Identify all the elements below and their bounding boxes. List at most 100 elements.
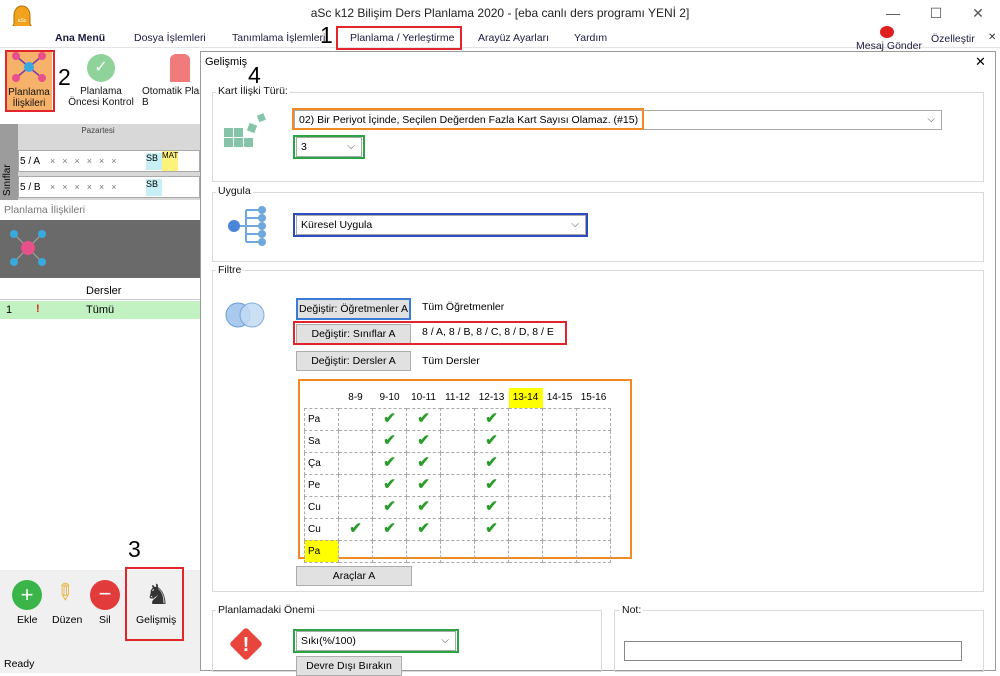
pin-icon[interactable]: ✕: [988, 32, 996, 43]
time-slot-cell[interactable]: [338, 451, 373, 475]
advanced-button[interactable]: Gelişmiş: [136, 614, 176, 626]
time-slot-cell[interactable]: ✔: [406, 407, 441, 431]
time-slot-cell[interactable]: [338, 473, 373, 497]
time-slot-cell[interactable]: ✔: [338, 517, 373, 541]
add-button[interactable]: Ekle: [17, 614, 37, 626]
time-slot-cell[interactable]: [440, 429, 475, 453]
customize-button[interactable]: Özelleştir: [931, 33, 975, 45]
menu-yardim[interactable]: Yardım: [574, 32, 607, 44]
day-label[interactable]: Pa: [304, 539, 339, 563]
day-label[interactable]: Pe: [304, 473, 339, 497]
time-slot-cell[interactable]: [576, 429, 611, 453]
menu-dosya[interactable]: Dosya İşlemleri: [134, 32, 206, 44]
time-slot-cell[interactable]: [508, 539, 543, 563]
time-slot-cell[interactable]: [508, 473, 543, 497]
otomatik-planlama-button[interactable]: Otomatik Planlamayı B: [140, 54, 200, 110]
time-slot-cell[interactable]: ✔: [406, 473, 441, 497]
menu-planlama[interactable]: Planlama / Yerleştirme: [350, 32, 454, 44]
time-slot-cell[interactable]: [508, 517, 543, 541]
delete-button[interactable]: Sil: [99, 614, 111, 626]
message-icon[interactable]: [880, 26, 894, 38]
teacher-change-button[interactable]: Değiştir: Öğretmenler A: [296, 298, 411, 320]
time-slot-cell[interactable]: [542, 539, 577, 563]
time-col-header[interactable]: 15-16: [577, 388, 611, 408]
day-label[interactable]: Pa: [304, 407, 339, 431]
time-col-header[interactable]: 10-11: [407, 388, 441, 408]
time-slot-cell[interactable]: [542, 517, 577, 541]
grid-cell-sb[interactable]: SB: [146, 153, 162, 170]
menu-arayuz[interactable]: Arayüz Ayarları: [478, 32, 549, 44]
time-slot-cell[interactable]: [542, 495, 577, 519]
maximize-button[interactable]: ☐: [921, 3, 951, 23]
time-filter-table[interactable]: 8-9 9-10 10-11 11-12 12-13 13-14 14-15 15-16 Pa…: [304, 388, 611, 563]
minimize-button[interactable]: —: [878, 3, 908, 23]
time-slot-cell[interactable]: ✔: [474, 517, 509, 541]
edit-button[interactable]: Düzen: [52, 614, 82, 626]
time-slot-cell[interactable]: [576, 473, 611, 497]
time-slot-cell[interactable]: [440, 473, 475, 497]
time-col-header[interactable]: 11-12: [441, 388, 475, 408]
remove-icon[interactable]: −: [90, 580, 120, 610]
planlama-oncesi-button[interactable]: ✓ Planlama Öncesi Kontrol: [66, 54, 136, 110]
time-slot-cell[interactable]: [440, 451, 475, 475]
time-slot-cell[interactable]: [576, 451, 611, 475]
time-slot-cell[interactable]: ✔: [406, 451, 441, 475]
time-slot-cell[interactable]: [338, 429, 373, 453]
chess-knight-icon[interactable]: ♞: [145, 578, 170, 611]
time-slot-cell[interactable]: [576, 495, 611, 519]
time-col-header[interactable]: 12-13: [475, 388, 509, 408]
time-slot-cell[interactable]: [440, 539, 475, 563]
col-dersler[interactable]: Dersler: [86, 285, 121, 297]
time-slot-cell[interactable]: ✔: [474, 451, 509, 475]
time-slot-cell[interactable]: [338, 407, 373, 431]
time-slot-cell[interactable]: ✔: [474, 407, 509, 431]
disable-button[interactable]: Devre Dışı Bırakın: [296, 656, 402, 676]
time-slot-cell[interactable]: [508, 407, 543, 431]
time-slot-cell[interactable]: [576, 517, 611, 541]
time-slot-cell[interactable]: [508, 429, 543, 453]
time-slot-cell[interactable]: ✔: [372, 495, 407, 519]
time-slot-cell[interactable]: ✔: [474, 495, 509, 519]
time-slot-cell[interactable]: ✔: [372, 473, 407, 497]
time-slot-cell[interactable]: [576, 407, 611, 431]
time-slot-cell[interactable]: ✔: [372, 407, 407, 431]
window-close-button[interactable]: ✕: [963, 3, 993, 23]
time-slot-cell[interactable]: [406, 539, 441, 563]
time-slot-cell[interactable]: [576, 539, 611, 563]
time-col-header[interactable]: 8-9: [339, 388, 373, 408]
day-label[interactable]: Cu: [304, 495, 339, 519]
time-slot-cell[interactable]: [508, 495, 543, 519]
menu-ana[interactable]: Ana Menü: [55, 32, 105, 44]
time-slot-cell[interactable]: [338, 539, 373, 563]
time-slot-cell[interactable]: [440, 517, 475, 541]
time-slot-cell[interactable]: ✔: [372, 451, 407, 475]
time-slot-cell[interactable]: [508, 451, 543, 475]
time-slot-cell[interactable]: ✔: [406, 517, 441, 541]
time-slot-cell[interactable]: ✔: [406, 429, 441, 453]
time-slot-cell[interactable]: ✔: [474, 429, 509, 453]
day-label[interactable]: Cu: [304, 517, 339, 541]
time-col-header[interactable]: 9-10: [373, 388, 407, 408]
time-slot-cell[interactable]: [542, 451, 577, 475]
add-icon[interactable]: +: [12, 580, 42, 610]
time-slot-cell[interactable]: [338, 495, 373, 519]
day-label[interactable]: Sa: [304, 429, 339, 453]
lesson-change-button[interactable]: Değiştir: Dersler A: [296, 351, 411, 371]
menu-tanimlama[interactable]: Tanımlama İşlemleri: [232, 32, 325, 44]
time-slot-cell[interactable]: ✔: [372, 517, 407, 541]
time-slot-cell[interactable]: [542, 473, 577, 497]
time-slot-cell[interactable]: [474, 539, 509, 563]
time-col-header[interactable]: 13-14: [508, 388, 543, 408]
time-slot-cell[interactable]: [372, 539, 407, 563]
note-input[interactable]: [624, 641, 962, 661]
time-slot-cell[interactable]: [542, 407, 577, 431]
tools-button[interactable]: Araçlar A: [296, 566, 412, 586]
time-slot-cell[interactable]: ✔: [372, 429, 407, 453]
dialog-close-button[interactable]: ✕: [975, 54, 986, 70]
grid-cell-sb[interactable]: SB: [146, 179, 162, 196]
time-slot-cell[interactable]: ✔: [406, 495, 441, 519]
time-slot-cell[interactable]: [440, 495, 475, 519]
time-slot-cell[interactable]: [542, 429, 577, 453]
time-slot-cell[interactable]: [440, 407, 475, 431]
grid-cell-mat[interactable]: MAT: [162, 151, 178, 171]
